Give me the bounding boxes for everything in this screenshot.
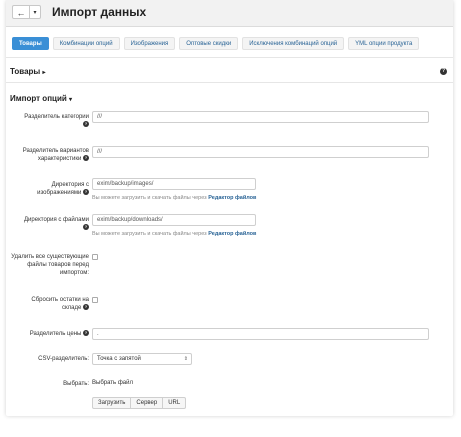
- tab-bar: Товары Комбинации опций Изображения Опто…: [12, 37, 423, 50]
- tab-qty-discounts[interactable]: Оптовые скидки: [179, 37, 239, 50]
- images-dir-hint: Вы можете загрузить и скачать файлы чере…: [92, 195, 257, 201]
- tab-option-combinations[interactable]: Комбинации опций: [52, 37, 120, 50]
- help-icon[interactable]: ?: [83, 121, 89, 128]
- chevron-down-icon: ▾: [69, 97, 73, 103]
- price-delimiter-label: Разделитель цены ?: [29, 330, 89, 337]
- images-dir-input[interactable]: exim/backup/images/: [92, 178, 256, 190]
- section-products-toggle[interactable]: Товары ▸: [10, 67, 46, 76]
- section-products-title: Товары: [10, 67, 41, 76]
- features-delimiter-label: Разделитель вариантов характеристики ?: [22, 148, 89, 162]
- section-import-toggle[interactable]: Импорт опций ▾: [10, 94, 72, 103]
- category-delimiter-label: Разделитель категории ?: [24, 114, 89, 128]
- main-panel: ← ▾ Импорт данных Товары Комбинации опци…: [6, 0, 453, 416]
- tab-products[interactable]: Товары: [12, 37, 49, 50]
- csv-delimiter-select[interactable]: Точка с запятой ⇕: [92, 353, 192, 365]
- tab-images[interactable]: Изображения: [123, 37, 176, 50]
- help-icon[interactable]: ?: [83, 155, 89, 162]
- images-dir-label: Директория с изображениями ?: [37, 182, 89, 196]
- file-editor-link[interactable]: Редактор файлов: [208, 231, 256, 237]
- reset-stock-checkbox[interactable]: [92, 297, 98, 303]
- history-dropdown-button[interactable]: ▾: [30, 5, 41, 19]
- features-delimiter-input[interactable]: ///: [92, 146, 429, 158]
- select-file-label: Выбрать:: [63, 381, 89, 387]
- chevron-updown-icon: ⇕: [183, 356, 188, 362]
- divider: [6, 82, 453, 83]
- arrow-left-icon: ←: [16, 8, 26, 18]
- help-icon[interactable]: ?: [440, 68, 447, 75]
- selected-file-name: Выбрать файл: [92, 380, 133, 386]
- url-button[interactable]: URL: [163, 397, 187, 409]
- tab-option-exceptions[interactable]: Исключения комбинаций опций: [242, 37, 345, 50]
- delete-files-label: Удалить все существующие файлы товаров п…: [11, 254, 89, 276]
- chevron-down-icon: ▾: [33, 10, 37, 16]
- file-editor-link[interactable]: Редактор файлов: [208, 195, 256, 201]
- divider: [6, 57, 453, 58]
- files-dir-hint: Вы можете загрузить и скачать файлы чере…: [92, 231, 257, 237]
- tab-yml-options[interactable]: YML опции продукта: [348, 37, 420, 50]
- help-icon[interactable]: ?: [83, 224, 89, 231]
- file-source-buttons: Загрузить Сервер URL: [92, 397, 187, 409]
- back-button-group: ← ▾: [12, 5, 41, 19]
- help-icon[interactable]: ?: [83, 330, 89, 337]
- price-delimiter-input[interactable]: .: [92, 328, 429, 340]
- page-header: ← ▾ Импорт данных: [6, 0, 453, 27]
- server-button[interactable]: Сервер: [131, 397, 164, 409]
- delete-files-checkbox[interactable]: [92, 254, 98, 260]
- page-title: Импорт данных: [52, 5, 147, 19]
- chevron-right-icon: ▸: [42, 70, 46, 76]
- files-dir-input[interactable]: exim/backup/downloads/: [92, 214, 256, 226]
- help-icon[interactable]: ?: [83, 189, 89, 196]
- upload-button[interactable]: Загрузить: [92, 397, 132, 409]
- category-delimiter-input[interactable]: ///: [92, 111, 429, 123]
- reset-stock-label: Сбросить остатки на складе ?: [31, 297, 89, 311]
- files-dir-label: Директория с файлами ?: [23, 217, 89, 231]
- help-icon[interactable]: ?: [83, 304, 89, 311]
- back-button[interactable]: ←: [12, 5, 30, 19]
- csv-delimiter-label: CSV-разделитель:: [38, 356, 89, 362]
- section-import-title: Импорт опций: [10, 94, 67, 103]
